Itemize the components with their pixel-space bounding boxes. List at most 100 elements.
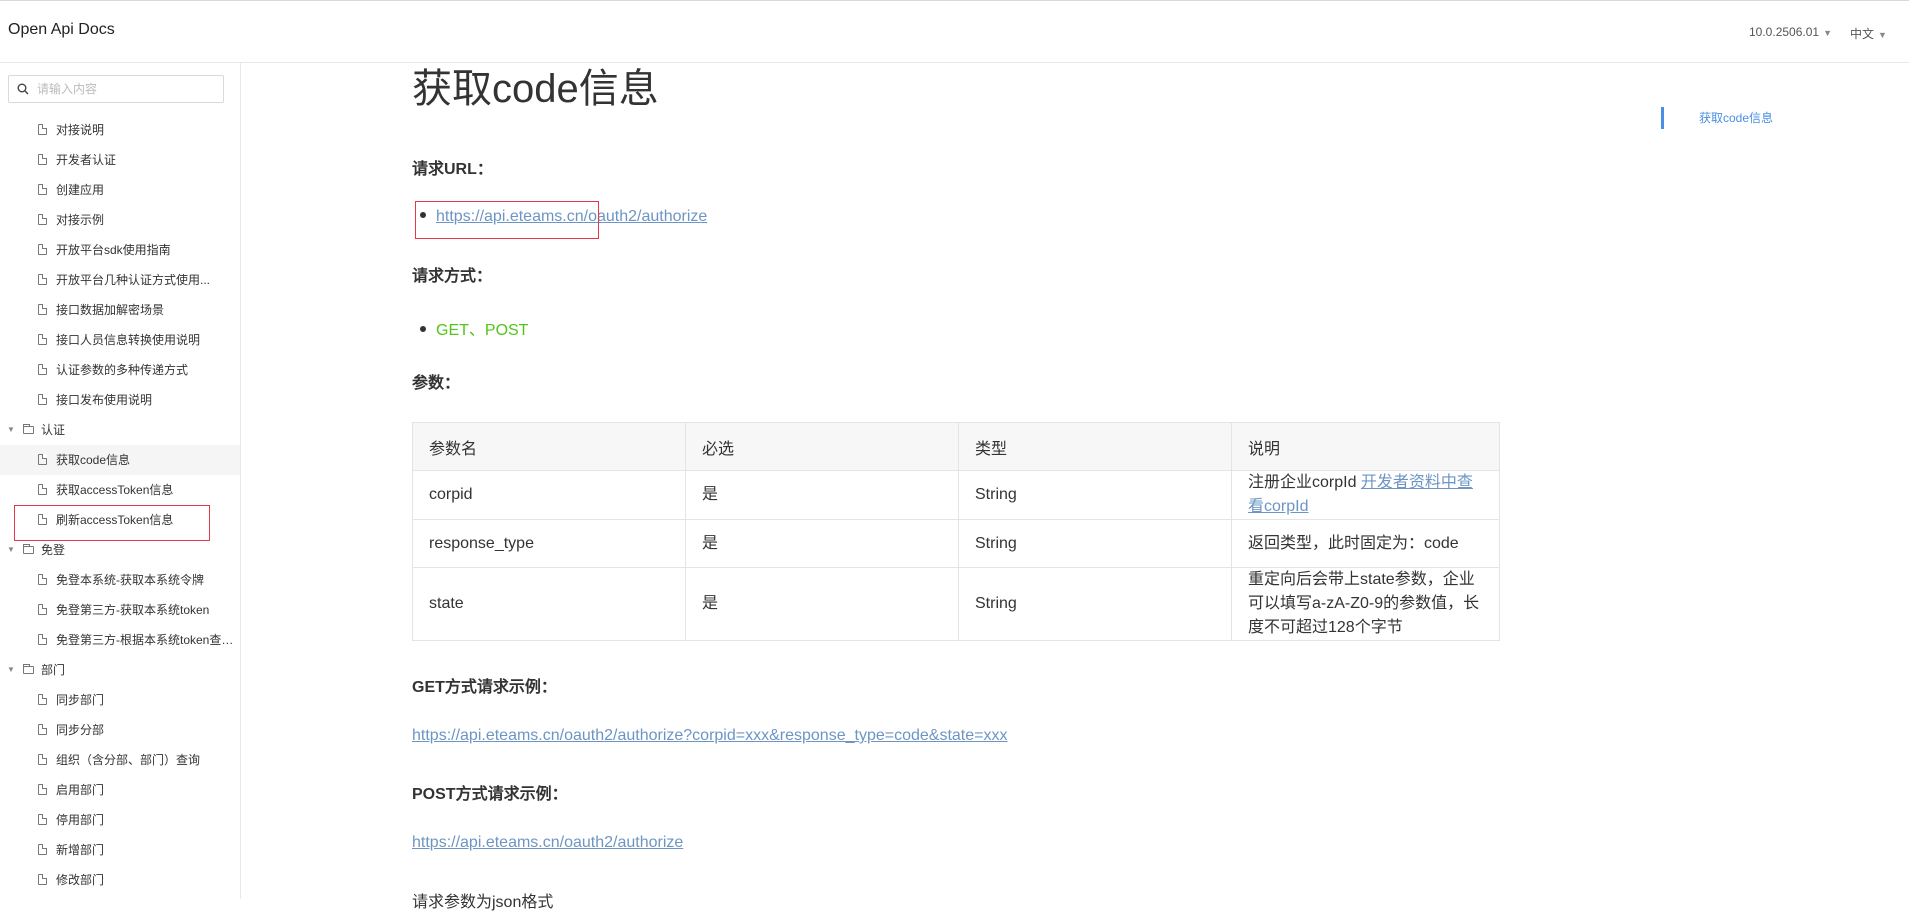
document-icon	[38, 874, 47, 885]
param-desc-cell: 重定向后会带上state参数，企业可以填写a-zA-Z0-9的参数值，长度不可超…	[1231, 567, 1500, 641]
sidebar: 对接说明开发者认证创建应用对接示例开放平台sdk使用指南开放平台几种认证方式使用…	[0, 63, 241, 899]
sidebar-folder[interactable]: ▼ 认证	[0, 415, 240, 445]
sidebar-folder[interactable]: ▼ 部门	[0, 655, 240, 685]
sidebar-item-label: 新增部门	[56, 843, 105, 857]
sidebar-item[interactable]: 接口数据加解密场景	[0, 295, 240, 325]
sidebar-item[interactable]: 获取accessToken信息	[0, 475, 240, 505]
sidebar-item[interactable]: 停用部门	[0, 805, 240, 835]
sidebar-item[interactable]: 创建应用	[0, 175, 240, 205]
document-icon	[38, 274, 47, 285]
search-box[interactable]	[8, 75, 224, 103]
sidebar-item[interactable]: 开放平台sdk使用指南	[0, 235, 240, 265]
table-header-cell: 参数名	[412, 422, 686, 471]
table-header-row: 参数名 必选 类型 说明	[412, 422, 1500, 471]
request-url-link[interactable]: https://api.eteams.cn/oauth2/authorize	[436, 208, 707, 225]
sidebar-item-label: 接口人员信息转换使用说明	[56, 333, 201, 347]
document-icon	[38, 514, 47, 525]
param-name-cell: response_type	[412, 519, 686, 568]
chevron-down-icon: ▼	[1878, 30, 1887, 40]
sidebar-item-label: 获取code信息	[56, 453, 131, 467]
document-icon	[38, 814, 47, 825]
document-icon	[38, 574, 47, 585]
sidebar-item-label: 接口发布使用说明	[56, 393, 153, 407]
document-icon	[38, 454, 47, 465]
table-row: response_type 是 String 返回类型，此时固定为：code	[412, 519, 1500, 568]
sidebar-item[interactable]: 获取code信息	[0, 445, 240, 475]
sidebar-item-label: 认证参数的多种传递方式	[56, 363, 189, 377]
sidebar-item[interactable]: 对接示例	[0, 205, 240, 235]
param-name-cell: state	[412, 567, 686, 641]
param-required-cell: 是	[685, 470, 959, 520]
sidebar-item[interactable]: 同步部门	[0, 685, 240, 715]
document-icon	[38, 364, 47, 375]
search-icon	[17, 83, 29, 95]
sidebar-item[interactable]: 免登第三方-获取本系统token	[0, 595, 240, 625]
sidebar-item-label: 开放平台sdk使用指南	[56, 243, 171, 257]
version-dropdown[interactable]: 10.0.2506.01 ▼	[1749, 25, 1832, 39]
top-bar: Open Api Docs 10.0.2506.01 ▼ 中文 ▼	[0, 0, 1909, 63]
caret-down-icon[interactable]: ▼	[7, 415, 15, 445]
document-icon	[38, 694, 47, 705]
sidebar-item-label: 部门	[41, 663, 66, 677]
brand-title[interactable]: Open Api Docs	[8, 21, 115, 39]
request-method-value: GET、POST	[436, 322, 529, 339]
sidebar-item[interactable]: 对接说明	[0, 115, 240, 145]
bullet-dot	[420, 325, 426, 332]
sidebar-item[interactable]: 修改部门	[0, 865, 240, 895]
doc-tree: 对接说明开发者认证创建应用 对接示例开放平台sdk使用指南开放平台几种认证方式使用…	[0, 115, 241, 895]
sidebar-item-label: 免登第三方-获取本系统token	[56, 603, 210, 617]
request-url-host: https://api.eteams.cn	[436, 208, 584, 225]
document-icon	[38, 154, 47, 165]
toc-indicator	[1661, 107, 1664, 129]
sidebar-item[interactable]: 接口发布使用说明	[0, 385, 240, 415]
param-type-cell: String	[958, 470, 1232, 520]
sidebar-item[interactable]: 同步分部	[0, 715, 240, 745]
sidebar-item[interactable]: 开发者认证	[0, 145, 240, 175]
table-row: corpid 是 String 注册企业corpId 开发者资料中查看corpI…	[412, 470, 1500, 520]
sidebar-item[interactable]: 新增部门	[0, 835, 240, 865]
sidebar-folder[interactable]: ▼ 免登	[0, 535, 240, 565]
language-dropdown[interactable]: 中文 ▼	[1850, 25, 1887, 42]
page-title: 获取code信息	[412, 67, 659, 111]
document-icon	[38, 304, 47, 315]
sidebar-item[interactable]: 认证参数的多种传递方式	[0, 355, 240, 385]
param-required-cell: 是	[685, 519, 959, 568]
sidebar-item[interactable]: 组织（含分部、部门）查询	[0, 745, 240, 775]
sidebar-item-label: 对接说明	[56, 123, 105, 137]
param-name-cell: corpid	[412, 470, 686, 520]
sidebar-item[interactable]: 免登本系统-获取本系统令牌	[0, 565, 240, 595]
sidebar-item-label: 停用部门	[56, 813, 105, 827]
post-example-link[interactable]: https://api.eteams.cn/oauth2/authorize	[412, 834, 683, 852]
sidebar-item[interactable]: 刷新accessToken信息	[0, 505, 240, 535]
language-label: 中文	[1850, 27, 1875, 41]
sidebar-item[interactable]: 启用部门	[0, 775, 240, 805]
sidebar-item-label: 同步部门	[56, 693, 105, 707]
document-icon	[38, 634, 47, 645]
sidebar-item-label: 免登第三方-根据本系统token查询...	[56, 633, 241, 647]
folder-icon	[23, 664, 34, 674]
param-desc-text: 注册企业corpId	[1248, 474, 1361, 491]
document-icon	[38, 184, 47, 195]
sidebar-item-label: 开发者认证	[56, 153, 117, 167]
search-input[interactable]	[35, 81, 209, 97]
table-header-cell: 说明	[1231, 422, 1500, 471]
document-icon	[38, 244, 47, 255]
sidebar-item[interactable]: 免登第三方-根据本系统token查询...	[0, 625, 241, 655]
folder-icon	[23, 544, 34, 554]
request-url-item: https://api.eteams.cn/oauth2/authorize	[420, 208, 707, 226]
document-icon	[38, 724, 47, 735]
table-header-cell: 类型	[958, 422, 1232, 471]
sidebar-item-label: 组织（含分部、部门）查询	[56, 753, 201, 767]
get-example-link[interactable]: https://api.eteams.cn/oauth2/authorize?c…	[412, 727, 1007, 745]
sidebar-item[interactable]: 开放平台几种认证方式使用...	[0, 265, 240, 295]
caret-down-icon[interactable]: ▼	[7, 535, 15, 565]
toc-item[interactable]: 获取code信息	[1699, 109, 1773, 126]
document-icon	[38, 214, 47, 225]
request-url-label: 请求URL：	[412, 161, 493, 178]
caret-down-icon[interactable]: ▼	[7, 655, 15, 685]
folder-icon	[23, 424, 34, 434]
request-url-path: /oauth2/authorize	[583, 208, 708, 225]
table-header-cell: 必选	[685, 422, 959, 471]
param-type-cell: String	[958, 567, 1232, 641]
sidebar-item[interactable]: 接口人员信息转换使用说明	[0, 325, 240, 355]
